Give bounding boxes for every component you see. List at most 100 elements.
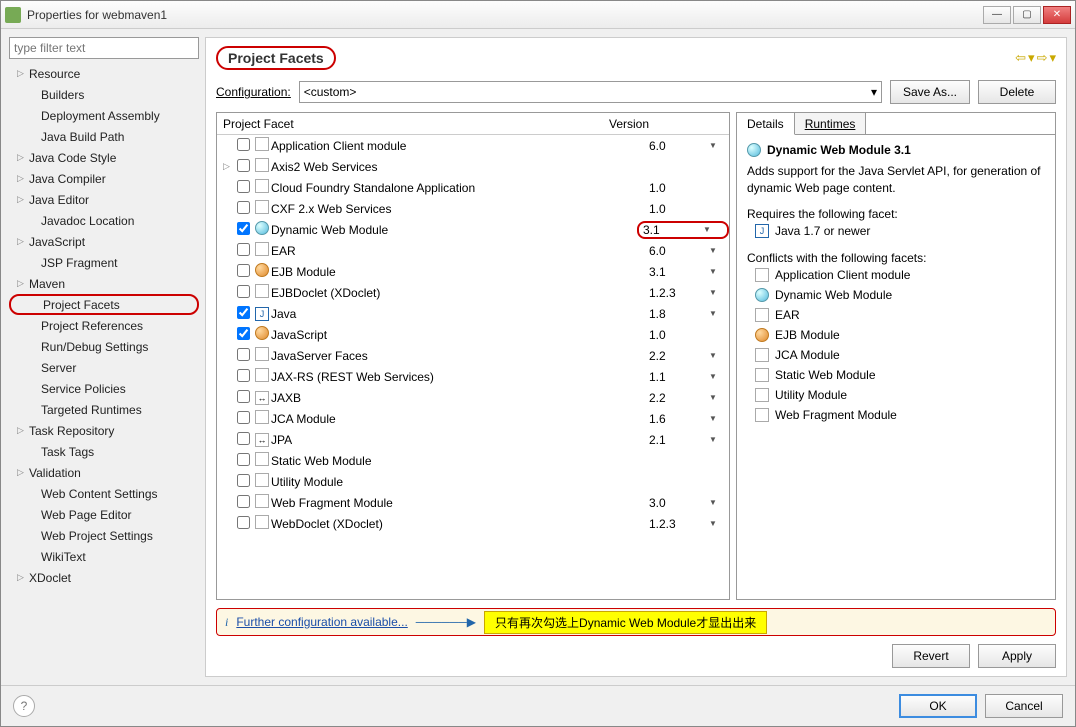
facet-row[interactable]: JavaServer Faces2.2▼ [217,345,729,366]
facet-row[interactable]: ▷Axis2 Web Services [217,156,729,177]
version-dropdown-icon[interactable]: ▼ [709,498,729,507]
facet-checkbox[interactable] [237,180,250,193]
version-dropdown-icon[interactable]: ▼ [709,351,729,360]
facet-row[interactable]: JAX-RS (REST Web Services)1.1▼ [217,366,729,387]
sidebar-item-wikitext[interactable]: WikiText [9,546,199,567]
version-dropdown-icon[interactable]: ▼ [709,519,729,528]
sidebar-item-javascript[interactable]: ▷JavaScript [9,231,199,252]
facet-row[interactable]: Static Web Module [217,450,729,471]
facet-row[interactable]: Web Fragment Module3.0▼ [217,492,729,513]
nav-back-menu-icon[interactable]: ▾ [1028,50,1035,66]
minimize-button[interactable]: — [983,6,1011,24]
further-configuration-link[interactable]: Further configuration available... [236,615,407,629]
maximize-button[interactable]: ▢ [1013,6,1041,24]
sidebar-item-web-content-settings[interactable]: Web Content Settings [9,483,199,504]
facet-name: Cloud Foundry Standalone Application [271,181,649,195]
nav-forward-icon[interactable]: ⇨ [1037,50,1048,66]
facet-checkbox[interactable] [237,390,250,403]
version-dropdown-icon[interactable]: ▼ [709,267,729,276]
column-header-version[interactable]: Version [609,117,729,131]
sidebar-item-deployment-assembly[interactable]: Deployment Assembly [9,105,199,126]
facet-row[interactable]: EJB Module3.1▼ [217,261,729,282]
version-dropdown-icon[interactable]: ▼ [709,414,729,423]
sidebar-item-java-editor[interactable]: ▷Java Editor [9,189,199,210]
facet-row[interactable]: Cloud Foundry Standalone Application1.0 [217,177,729,198]
sidebar-item-project-references[interactable]: Project References [9,315,199,336]
facet-row[interactable]: WebDoclet (XDoclet)1.2.3▼ [217,513,729,534]
orange-icon [253,326,271,343]
sidebar-item-builders[interactable]: Builders [9,84,199,105]
sidebar-item-java-code-style[interactable]: ▷Java Code Style [9,147,199,168]
sidebar-item-resource[interactable]: ▷Resource [9,63,199,84]
version-dropdown-icon[interactable]: ▼ [709,288,729,297]
facet-row[interactable]: JJava1.8▼ [217,303,729,324]
facet-checkbox[interactable] [237,201,250,214]
sidebar-item-jsp-fragment[interactable]: JSP Fragment [9,252,199,273]
sidebar-item-project-facets[interactable]: Project Facets [9,294,199,315]
facet-checkbox[interactable] [237,285,250,298]
facet-row[interactable]: JCA Module1.6▼ [217,408,729,429]
delete-button[interactable]: Delete [978,80,1056,104]
version-dropdown-icon[interactable]: ▼ [709,372,729,381]
sidebar-item-web-project-settings[interactable]: Web Project Settings [9,525,199,546]
version-dropdown-icon[interactable]: ▼ [709,246,729,255]
facet-row[interactable]: ↔JPA2.1▼ [217,429,729,450]
facet-checkbox[interactable] [237,369,250,382]
facet-row[interactable]: ↔JAXB2.2▼ [217,387,729,408]
facet-checkbox[interactable] [237,306,250,319]
apply-button[interactable]: Apply [978,644,1056,668]
facet-row[interactable]: CXF 2.x Web Services1.0 [217,198,729,219]
facet-row[interactable]: Application Client module6.0▼ [217,135,729,156]
facet-row[interactable]: Dynamic Web Module3.1▼ [217,219,729,240]
nav-back-icon[interactable]: ⇦ [1015,50,1026,66]
facet-checkbox[interactable] [237,432,250,445]
tab-details[interactable]: Details [737,113,795,135]
sidebar-item-server[interactable]: Server [9,357,199,378]
filter-input[interactable] [9,37,199,59]
titlebar[interactable]: Properties for webmaven1 — ▢ ✕ [1,1,1075,29]
help-button[interactable]: ? [13,695,35,717]
cancel-button[interactable]: Cancel [985,694,1063,718]
sidebar-item-javadoc-location[interactable]: Javadoc Location [9,210,199,231]
facet-checkbox[interactable] [237,516,250,529]
facet-checkbox[interactable] [237,411,250,424]
facet-checkbox[interactable] [237,222,250,235]
version-dropdown-icon[interactable]: ▼ [709,435,729,444]
version-dropdown-icon[interactable]: ▼ [709,393,729,402]
facet-checkbox[interactable] [237,348,250,361]
facet-row[interactable]: EJBDoclet (XDoclet)1.2.3▼ [217,282,729,303]
version-dropdown-icon[interactable]: ▼ [709,309,729,318]
facet-row[interactable]: EAR6.0▼ [217,240,729,261]
facet-checkbox[interactable] [237,453,250,466]
facet-checkbox[interactable] [237,138,250,151]
facet-row[interactable]: JavaScript1.0 [217,324,729,345]
column-header-facet[interactable]: Project Facet [217,117,609,131]
facet-checkbox[interactable] [237,495,250,508]
version-dropdown-icon[interactable]: ▼ [709,141,729,150]
facet-checkbox[interactable] [237,159,250,172]
ok-button[interactable]: OK [899,694,977,718]
sidebar-item-java-compiler[interactable]: ▷Java Compiler [9,168,199,189]
facet-row[interactable]: Utility Module [217,471,729,492]
close-button[interactable]: ✕ [1043,6,1071,24]
facet-checkbox[interactable] [237,243,250,256]
sidebar-item-task-tags[interactable]: Task Tags [9,441,199,462]
sidebar-item-task-repository[interactable]: ▷Task Repository [9,420,199,441]
sidebar-item-web-page-editor[interactable]: Web Page Editor [9,504,199,525]
sidebar-item-xdoclet[interactable]: ▷XDoclet [9,567,199,588]
facet-checkbox[interactable] [237,474,250,487]
facet-checkbox[interactable] [237,327,250,340]
sidebar-item-maven[interactable]: ▷Maven [9,273,199,294]
configuration-select[interactable]: <custom> ▾ [299,81,882,103]
category-tree[interactable]: ▷ResourceBuildersDeployment AssemblyJava… [9,63,199,677]
sidebar-item-run-debug-settings[interactable]: Run/Debug Settings [9,336,199,357]
sidebar-item-validation[interactable]: ▷Validation [9,462,199,483]
sidebar-item-service-policies[interactable]: Service Policies [9,378,199,399]
sidebar-item-java-build-path[interactable]: Java Build Path [9,126,199,147]
tab-runtimes[interactable]: Runtimes [795,113,867,134]
revert-button[interactable]: Revert [892,644,970,668]
sidebar-item-targeted-runtimes[interactable]: Targeted Runtimes [9,399,199,420]
nav-forward-menu-icon[interactable]: ▾ [1049,50,1056,66]
facet-checkbox[interactable] [237,264,250,277]
save-as-button[interactable]: Save As... [890,80,970,104]
